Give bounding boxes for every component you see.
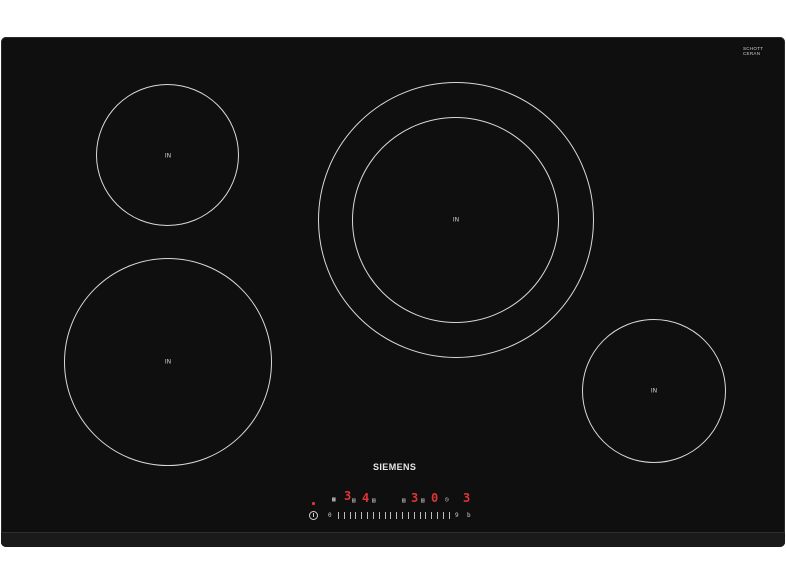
cooktop-front-edge (1, 532, 785, 547)
power-icon[interactable] (309, 511, 318, 520)
slider-tick (396, 511, 398, 519)
status-indicator (312, 502, 315, 505)
timer-icon[interactable]: ◷ (445, 496, 449, 503)
slider-tick (419, 511, 421, 519)
timer-display: 3 (463, 491, 471, 505)
display-digit-1: 3 (344, 489, 352, 503)
slider-tick (407, 511, 409, 519)
zone-front-right-label: IN (650, 387, 658, 395)
zone-select-icon-5[interactable]: ▤ (421, 497, 425, 504)
zone-select-icon-1[interactable]: ▦ (332, 496, 336, 503)
schott-ceran-logo: SCHOTT CERAN (743, 46, 763, 61)
ceran-label: CERAN (743, 51, 761, 56)
display-digit-4: 0 (431, 491, 439, 505)
ceran-subtext (743, 56, 763, 61)
slider-tick (384, 511, 386, 519)
boost-icon[interactable]: b (467, 512, 471, 519)
slider-tick (378, 511, 380, 519)
slider-tick (448, 511, 450, 519)
slider-tick (343, 511, 345, 519)
slider-min-label: 0 (328, 512, 332, 519)
zone-select-icon-2[interactable]: ▤ (352, 497, 356, 504)
slider-tick (372, 511, 374, 519)
zone-select-icon-4[interactable]: ▤ (402, 497, 406, 504)
zone-select-icon-3[interactable]: ▤ (372, 497, 376, 504)
slider-tick (402, 511, 404, 519)
brand-logo: SIEMENS (373, 462, 417, 472)
slider-max-label: 9 (455, 512, 459, 519)
display-digit-2: 4 (362, 491, 370, 505)
zone-front-left-label: IN (164, 358, 172, 366)
slider-tick (442, 511, 444, 519)
slider-tick (437, 511, 439, 519)
slider-tick (361, 511, 363, 519)
display-digit-3: 3 (411, 491, 419, 505)
slider-tick (355, 511, 357, 519)
slider-tick (413, 511, 415, 519)
zone-rear-left-label: IN (164, 152, 172, 160)
slider-tick (367, 511, 369, 519)
slider-tick (390, 511, 392, 519)
slider-tick (425, 511, 427, 519)
slider-tick (338, 511, 339, 519)
power-level-slider[interactable] (338, 511, 450, 519)
zone-center-label: IN (452, 216, 460, 224)
slider-tick (431, 511, 433, 519)
slider-tick (349, 511, 351, 519)
